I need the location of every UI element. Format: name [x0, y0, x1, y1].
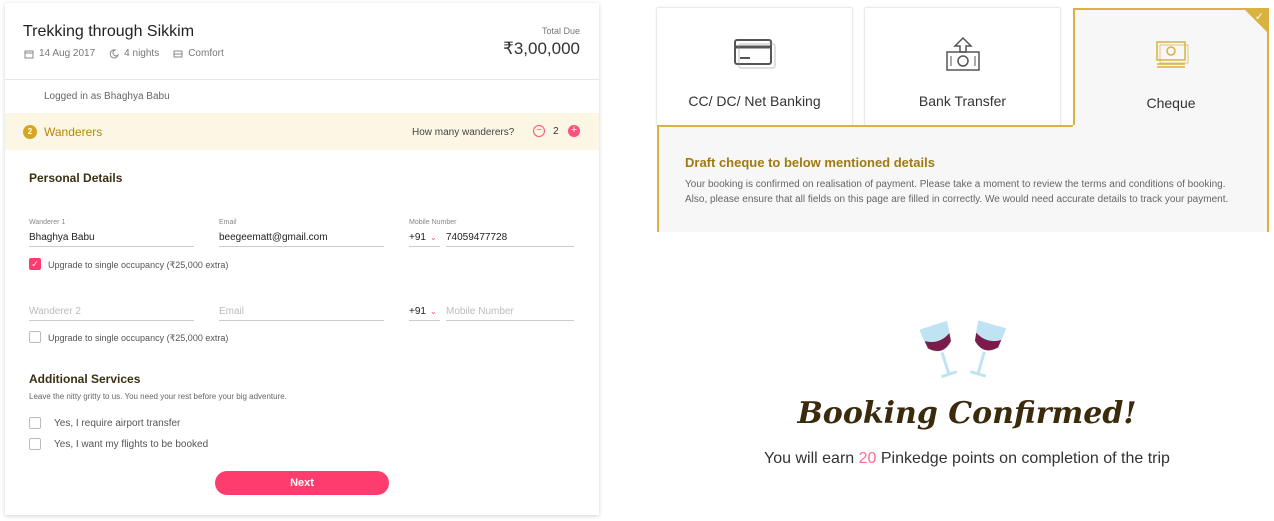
wanderer1-name-input[interactable]: Bhaghya Babu: [29, 229, 194, 247]
country-code-text: +91: [409, 306, 426, 317]
wanderer1-email-input[interactable]: beegeematt@gmail.com: [219, 229, 384, 247]
tab-cheque-label: Cheque: [1146, 95, 1196, 111]
wanderer1-mobile-input[interactable]: 74059477728: [446, 229, 574, 247]
checkmark-icon: ✓: [1254, 11, 1264, 23]
wanderer2-mobile-input-wrap[interactable]: Mobile Number: [446, 303, 574, 321]
tab-cheque[interactable]: Cheque ✓: [1073, 8, 1269, 126]
trip-category: Comfort: [173, 48, 224, 59]
moon-icon: [109, 48, 120, 58]
country-code-text: +91: [409, 232, 426, 243]
booking-confirmed-text: Booking Confirmed!: [797, 396, 1137, 431]
trip-date: 14 Aug 2017: [24, 48, 95, 59]
flights-booking-label: Yes, I want my flights to be booked: [54, 439, 209, 450]
wanderer2-upgrade-checkbox[interactable]: [29, 331, 41, 343]
booking-card: Trekking through Sikkim 14 Aug 2017 4 ni…: [5, 3, 599, 515]
credit-card-icon: [733, 39, 775, 69]
wanderer1-mobile-label: Mobile Number: [409, 219, 457, 226]
tab-bank-transfer[interactable]: Bank Transfer: [865, 8, 1060, 126]
total-due-label: Total Due: [541, 26, 580, 36]
wanderer2-mobile-input[interactable]: Mobile Number: [446, 303, 574, 321]
additional-services-title: Additional Services: [29, 372, 141, 386]
bed-icon: [173, 50, 183, 57]
how-many-label: How many wanderers?: [412, 127, 515, 138]
booking-confirmed-heading: Booking Confirmed!: [0, 396, 1274, 431]
wanderer2-email-field[interactable]: Email: [219, 303, 384, 321]
tab-cc-label: CC/ DC/ Net Banking: [688, 93, 821, 109]
wanderer1-upgrade-label: Upgrade to single occupancy (₹25,000 ext…: [48, 260, 229, 270]
flights-booking-checkbox[interactable]: [29, 438, 41, 450]
trip-date-text: 14 Aug 2017: [39, 48, 96, 59]
tab-cc-dc-netbanking[interactable]: CC/ DC/ Net Banking: [657, 8, 852, 126]
trip-meta: 14 Aug 2017 4 nights Comfort: [24, 48, 224, 59]
wanderer1-email-label: Email: [219, 219, 237, 226]
calendar-icon: [24, 50, 34, 58]
wanderer1-name-label: Wanderer 1: [29, 219, 66, 226]
wanderers-count: 2: [553, 126, 559, 137]
wanderer2-country-code-select[interactable]: +91 ⌄: [409, 303, 440, 321]
trip-header: Trekking through Sikkim 14 Aug 2017 4 ni…: [5, 3, 599, 80]
wanderer2-name-input[interactable]: Wanderer 2: [29, 303, 194, 321]
trip-category-text: Comfort: [188, 48, 224, 59]
earn-points-line: You will earn 20 Pinkedge points on comp…: [660, 450, 1274, 468]
tab-bank-label: Bank Transfer: [918, 93, 1007, 109]
cheque-description: Your booking is confirmed on realisation…: [685, 179, 1229, 205]
checkmark-icon: ✓: [31, 259, 39, 269]
earn-prefix: You will earn: [764, 450, 855, 467]
trip-nights-text: 4 nights: [124, 48, 160, 59]
next-button[interactable]: Next: [215, 471, 389, 495]
decrease-wanderers-button[interactable]: −: [533, 125, 545, 137]
chevron-down-icon: ⌄: [429, 233, 437, 242]
trip-title: Trekking through Sikkim: [23, 23, 195, 40]
cheque-icon: [1156, 41, 1189, 68]
wanderers-bar: 2 Wanderers How many wanderers?: [5, 113, 599, 150]
wanderer1-email-field[interactable]: Email beegeematt@gmail.com: [219, 219, 384, 247]
panel-connector: [1073, 125, 1267, 128]
wanderer2-email-input[interactable]: Email: [219, 303, 384, 321]
chevron-down-icon: ⌄: [429, 307, 437, 316]
wanderer2-upgrade-label: Upgrade to single occupancy (₹25,000 ext…: [48, 333, 229, 343]
wanderer2-name-field[interactable]: Wanderer 2: [29, 303, 194, 321]
trip-nights: 4 nights: [109, 48, 159, 59]
step-number: 2: [23, 125, 37, 139]
wanderer1-mobile-field: Mobile Number: [409, 219, 574, 229]
wanderers-title: Wanderers: [44, 125, 103, 139]
personal-details-title: Personal Details: [29, 171, 123, 185]
logged-in-text: Logged in as Bhaghya Babu: [44, 91, 170, 102]
increase-wanderers-button[interactable]: +: [568, 125, 580, 137]
wine-glasses-icon: [920, 320, 1007, 379]
points-value: 20: [858, 450, 877, 467]
total-due-value: ₹3,00,000: [503, 39, 580, 58]
wanderer1-name-field[interactable]: Wanderer 1 Bhaghya Babu: [29, 219, 194, 247]
cheque-title: Draft cheque to below mentioned details: [685, 155, 935, 170]
bank-transfer-icon: [945, 36, 980, 71]
earn-suffix: Pinkedge points on completion of the tri…: [880, 450, 1170, 467]
wanderer1-country-code-select[interactable]: +91 ⌄: [409, 229, 440, 247]
wanderer1-mobile-input-wrap[interactable]: 74059477728: [446, 229, 574, 247]
wanderer1-upgrade-checkbox[interactable]: ✓: [29, 258, 41, 270]
